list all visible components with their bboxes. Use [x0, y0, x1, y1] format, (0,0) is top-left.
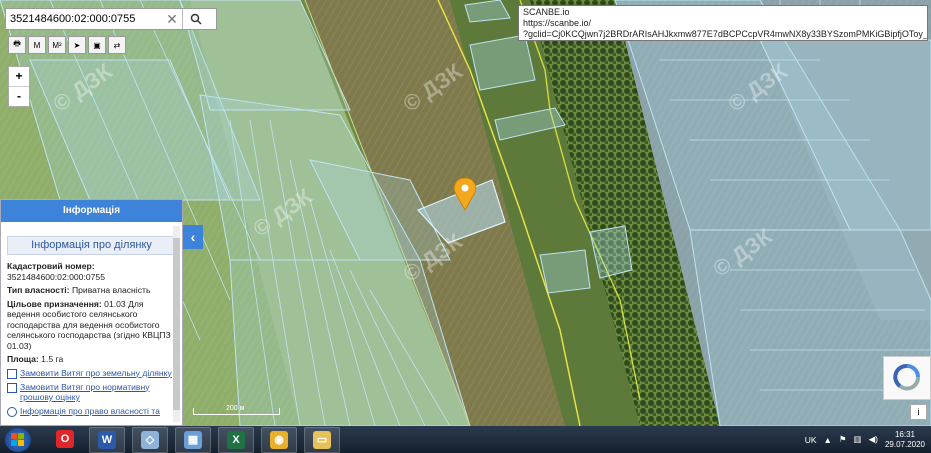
taskbar-app-button[interactable]: W [89, 426, 125, 453]
document-icon [7, 368, 17, 379]
search-button[interactable] [182, 9, 209, 29]
opera-icon: O [56, 429, 74, 448]
print-icon: 🖶 [13, 39, 21, 48]
taskbar-app-button[interactable]: ◇ [132, 426, 168, 453]
link-label: Замовити Витяг про нормативну грошову оц… [20, 381, 150, 403]
network-icon[interactable]: ▥ [854, 434, 862, 445]
link-label: Інформація про право власності та [20, 405, 160, 416]
tray-up-arrow-icon[interactable]: ▲ [824, 435, 832, 445]
area-value: 1.5 га [41, 354, 64, 364]
collapse-panel-button[interactable]: ‹ [183, 225, 203, 249]
measure-area-button[interactable]: M² [48, 36, 66, 54]
info-panel-subheader: Інформація про ділянку [7, 236, 176, 255]
info-panel-scrollbar[interactable] [173, 226, 180, 422]
clock[interactable]: 16:31 29.07.2020 [885, 430, 925, 450]
measure-distance-icon: M [33, 40, 41, 50]
taskbar-app-button[interactable]: ▭ [304, 426, 340, 453]
start-button[interactable] [5, 427, 31, 452]
ownership-label: Тип власності: [7, 285, 70, 295]
document-icon [7, 382, 17, 393]
clock-time: 16:31 [894, 429, 915, 439]
ownership-info-link[interactable]: Інформація про право власності та [7, 406, 174, 417]
search-input[interactable] [6, 9, 162, 29]
measure-distance-button[interactable]: M [28, 36, 46, 54]
screen-info-button[interactable]: ▣ [88, 36, 106, 54]
flag-icon[interactable]: ⚑ [839, 434, 847, 445]
info-icon [7, 406, 17, 417]
recaptcha-badge[interactable] [883, 356, 931, 400]
taskbar-app-button[interactable]: ▦ [175, 426, 211, 453]
virtualbox-icon: ◇ [141, 430, 159, 449]
taskbar-app-button[interactable]: X [218, 426, 254, 453]
select-arrow-icon: ➤ [73, 40, 81, 50]
print-button[interactable]: 🖶 [8, 36, 26, 54]
search-icon [190, 13, 202, 25]
search-box: ✕ [5, 8, 217, 30]
cadastral-value: 3521484600:02:000:0755 [7, 271, 105, 282]
scroll-thumb[interactable] [173, 238, 180, 410]
map-scale: 200 м [193, 405, 280, 415]
map-toolbar: 🖶 M M² ➤ ▣ ⇄ [8, 36, 126, 54]
clear-search-button[interactable]: ✕ [162, 11, 182, 28]
cadastral-label: Кадастровий номер: [7, 261, 95, 271]
map-info-button[interactable]: i [910, 404, 927, 420]
order-land-extract-link[interactable]: Замовити Витяг про земельну ділянку [7, 368, 174, 379]
chrome-icon: ◉ [270, 430, 288, 449]
order-valuation-extract-link[interactable]: Замовити Витяг про нормативну грошову оц… [7, 382, 174, 403]
language-indicator[interactable]: UK [805, 435, 817, 445]
taskbar: O W ◇ ▦ X ◉ ▭ UK ▲ ⚑ ▥ ◀) 16:31 29.07.2020 [0, 426, 931, 453]
word-icon: W [98, 430, 116, 449]
area-label: Площа: [7, 354, 39, 364]
control-panel-icon: ▦ [184, 430, 202, 449]
system-tray: UK ▲ ⚑ ▥ ◀) 16:31 29.07.2020 [805, 426, 925, 453]
clock-date: 29.07.2020 [884, 439, 925, 449]
zoom-in-button[interactable]: + [9, 67, 29, 87]
taskbar-app-button[interactable]: O [48, 427, 82, 451]
scale-label: 200 м [226, 405, 245, 412]
layers-button[interactable]: ⇄ [108, 36, 126, 54]
info-panel-header: Інформація [1, 200, 182, 222]
tooltip-query: ?gclid=Cj0KCQjwn7j2BRDrARIsAHJkxmw877E7d… [523, 29, 928, 39]
measure-area-icon: M² [52, 40, 62, 50]
ownership-value: Приватна власність [71, 285, 151, 295]
zoom-control: + - [8, 66, 30, 107]
zoom-out-button[interactable]: - [9, 87, 29, 106]
link-label: Замовити Витяг про земельну ділянку [20, 367, 172, 378]
tooltip-url: https://scanbe.io/ [523, 18, 592, 28]
recaptcha-icon [893, 364, 920, 391]
windows-logo-icon [11, 432, 24, 446]
tooltip-title: SCANBE.io [523, 7, 570, 17]
parcel-details: Кадастровий номер: 3521484600:02:000:0755… [1, 261, 182, 417]
purpose-label: Цільове призначення: [7, 298, 102, 309]
explorer-icon: ▭ [313, 430, 331, 449]
layers-icon: ⇄ [113, 40, 121, 50]
volume-icon[interactable]: ◀) [869, 434, 878, 445]
link-tooltip: SCANBE.io https://scanbe.io/ ?gclid=Cj0K… [518, 5, 928, 41]
excel-icon: X [227, 430, 245, 449]
select-button[interactable]: ➤ [68, 36, 86, 54]
screen-info-icon: ▣ [93, 40, 101, 50]
info-panel: Інформація Інформація про ділянку Кадаст… [0, 199, 183, 426]
taskbar-app-button[interactable]: ◉ [261, 426, 297, 453]
